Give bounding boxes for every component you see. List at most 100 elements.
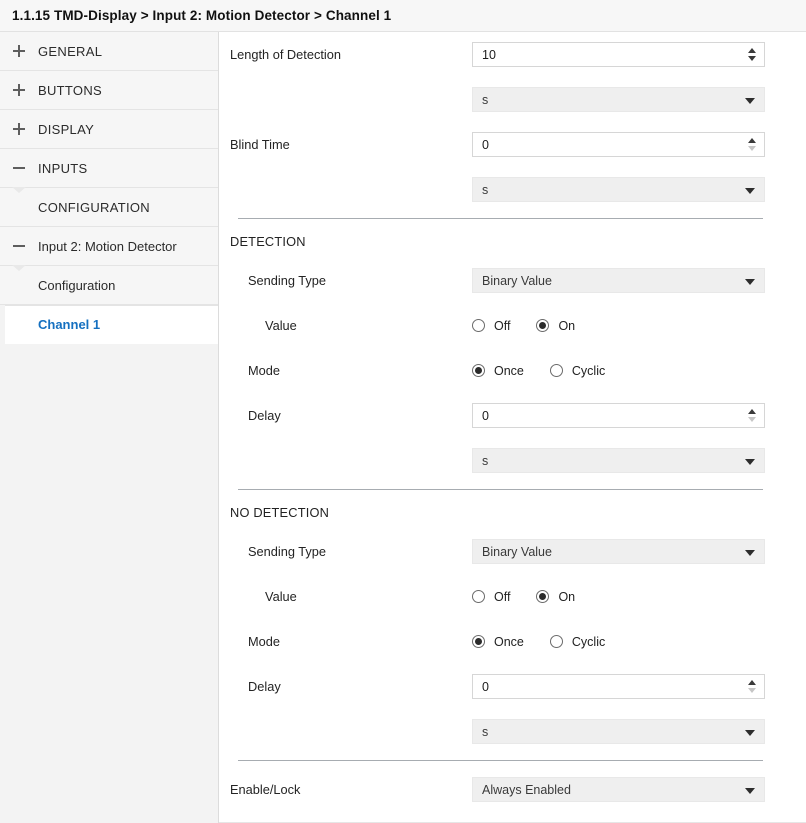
no-detection-section-title: NO DETECTION (230, 505, 330, 520)
navigation-sidebar: GENERAL BUTTONS DISPLAY INPUTS CONFIGURA… (0, 32, 219, 823)
chevron-down-icon[interactable] (745, 97, 755, 104)
no-detection-delay-unit-value: s (482, 724, 489, 739)
no-detection-value-label: Value (265, 589, 297, 604)
sidebar-item-buttons[interactable]: BUTTONS (0, 71, 218, 110)
stepper-buttons[interactable] (746, 43, 757, 66)
expand-plus-icon[interactable] (11, 43, 27, 59)
blind-time-stepper[interactable]: 0 (472, 132, 765, 157)
stepper-up-icon[interactable] (747, 138, 756, 143)
length-of-detection-unit-select[interactable]: s (472, 87, 765, 112)
radio-icon[interactable] (472, 319, 485, 332)
chevron-down-icon[interactable] (745, 549, 755, 556)
detection-delay-unit-field: s (472, 448, 765, 473)
row-no-detection-sending-type: Sending Type Binary Value (219, 529, 806, 574)
sidebar-item-configuration-inputs[interactable]: CONFIGURATION (0, 188, 218, 227)
blind-time-label: Blind Time (230, 137, 290, 152)
detection-delay-stepper[interactable]: 0 (472, 403, 765, 428)
detection-value-radio-group: Off On (472, 313, 765, 338)
sidebar-item-input-2-motion-detector[interactable]: Input 2: Motion Detector (0, 227, 218, 271)
blind-time-unit-select[interactable]: s (472, 177, 765, 202)
stepper-up-icon[interactable] (747, 48, 756, 53)
stepper-buttons[interactable] (746, 133, 757, 156)
detection-section-title: DETECTION (230, 234, 306, 249)
chevron-down-icon[interactable] (745, 187, 755, 194)
expand-plus-icon[interactable] (11, 82, 27, 98)
collapse-minus-icon[interactable] (11, 160, 27, 176)
chevron-down-icon[interactable] (745, 787, 755, 794)
no-detection-value-option-off[interactable]: Off (472, 590, 510, 604)
no-detection-mode-label: Mode (248, 634, 281, 649)
row-no-detection-delay: Delay 0 (219, 664, 806, 709)
detection-value-option-off[interactable]: Off (472, 319, 510, 333)
enable-lock-select[interactable]: Always Enabled (472, 777, 765, 802)
detection-sending-type-value: Binary Value (482, 273, 552, 288)
radio-label: Cyclic (571, 634, 606, 649)
sidebar-item-label: BUTTONS (38, 82, 102, 98)
radio-selected-icon[interactable] (472, 635, 485, 648)
length-of-detection-stepper[interactable]: 10 (472, 42, 765, 67)
row-length-of-detection: Length of Detection 10 (219, 32, 806, 77)
no-detection-delay-field: 0 (472, 674, 765, 699)
stepper-down-icon[interactable] (747, 688, 756, 693)
detection-value-field: Off On (472, 313, 765, 338)
radio-label: Off (494, 589, 511, 604)
chevron-down-icon[interactable] (745, 729, 755, 736)
chevron-down-icon[interactable] (745, 278, 755, 285)
detection-delay-unit-select[interactable]: s (472, 448, 765, 473)
expand-plus-icon[interactable] (11, 121, 27, 137)
breadcrumb-header: 1.1.15 TMD-Display > Input 2: Motion Det… (0, 0, 806, 32)
blind-time-field: 0 (472, 132, 765, 157)
sidebar-item-display[interactable]: DISPLAY (0, 110, 218, 149)
sidebar-item-label: Configuration (38, 277, 116, 293)
sidebar-item-label: INPUTS (38, 160, 88, 176)
expanded-notch-icon (12, 265, 26, 271)
no-detection-mode-option-cyclic[interactable]: Cyclic (549, 634, 606, 649)
stepper-down-icon[interactable] (747, 56, 756, 61)
no-detection-mode-option-once[interactable]: Once (472, 635, 524, 649)
sidebar-item-channel-1[interactable]: Channel 1 (5, 305, 218, 344)
sidebar-item-configuration-channel[interactable]: Configuration (0, 266, 218, 305)
no-detection-delay-unit-select[interactable]: s (472, 719, 765, 744)
blind-time-unit-value: s (482, 182, 489, 197)
row-length-of-detection-unit: s (219, 77, 806, 122)
detection-value-option-on[interactable]: On (536, 319, 575, 333)
collapse-minus-icon[interactable] (11, 238, 27, 254)
no-detection-sending-type-value: Binary Value (482, 544, 552, 559)
radio-selected-icon[interactable] (472, 364, 485, 377)
no-detection-mode-radio-group: Once Cyclic (472, 629, 765, 654)
sidebar-item-label: Channel 1 (38, 317, 101, 332)
row-detection-mode: Mode Once Cyclic (219, 348, 806, 393)
radio-selected-icon[interactable] (536, 590, 550, 603)
chevron-down-icon[interactable] (745, 458, 755, 465)
stepper-up-icon[interactable] (747, 409, 756, 414)
radio-icon[interactable] (472, 590, 485, 603)
radio-icon[interactable] (549, 635, 563, 648)
stepper-down-icon[interactable] (747, 417, 756, 422)
no-detection-sending-type-select[interactable]: Binary Value (472, 539, 765, 564)
stepper-up-icon[interactable] (747, 680, 756, 685)
radio-selected-icon[interactable] (536, 319, 550, 332)
radio-icon[interactable] (549, 364, 563, 377)
detection-sending-type-select[interactable]: Binary Value (472, 268, 765, 293)
detection-delay-label: Delay (248, 408, 281, 423)
sidebar-item-general[interactable]: GENERAL (0, 32, 218, 71)
detection-mode-option-once[interactable]: Once (472, 364, 524, 378)
stepper-down-icon[interactable] (747, 146, 756, 151)
detection-mode-label: Mode (248, 363, 281, 378)
sidebar-item-label: GENERAL (38, 43, 103, 59)
detection-delay-unit-value: s (482, 453, 489, 468)
no-detection-value-option-on[interactable]: On (536, 590, 575, 604)
stepper-buttons[interactable] (746, 675, 757, 698)
detection-mode-option-cyclic[interactable]: Cyclic (549, 364, 605, 378)
sidebar-item-inputs[interactable]: INPUTS (0, 149, 218, 193)
row-no-detection-delay-unit: s (219, 709, 806, 754)
radio-label: On (558, 589, 576, 604)
no-detection-delay-unit-field: s (472, 719, 765, 744)
no-detection-sending-type-field: Binary Value (472, 539, 765, 564)
stepper-buttons[interactable] (746, 404, 757, 427)
length-of-detection-unit-field: s (472, 87, 765, 112)
no-detection-delay-stepper[interactable]: 0 (472, 674, 765, 699)
row-enable-lock: Enable/Lock Always Enabled (219, 767, 806, 812)
row-blind-time: Blind Time 0 (219, 122, 806, 167)
detection-value-label: Value (265, 318, 297, 333)
